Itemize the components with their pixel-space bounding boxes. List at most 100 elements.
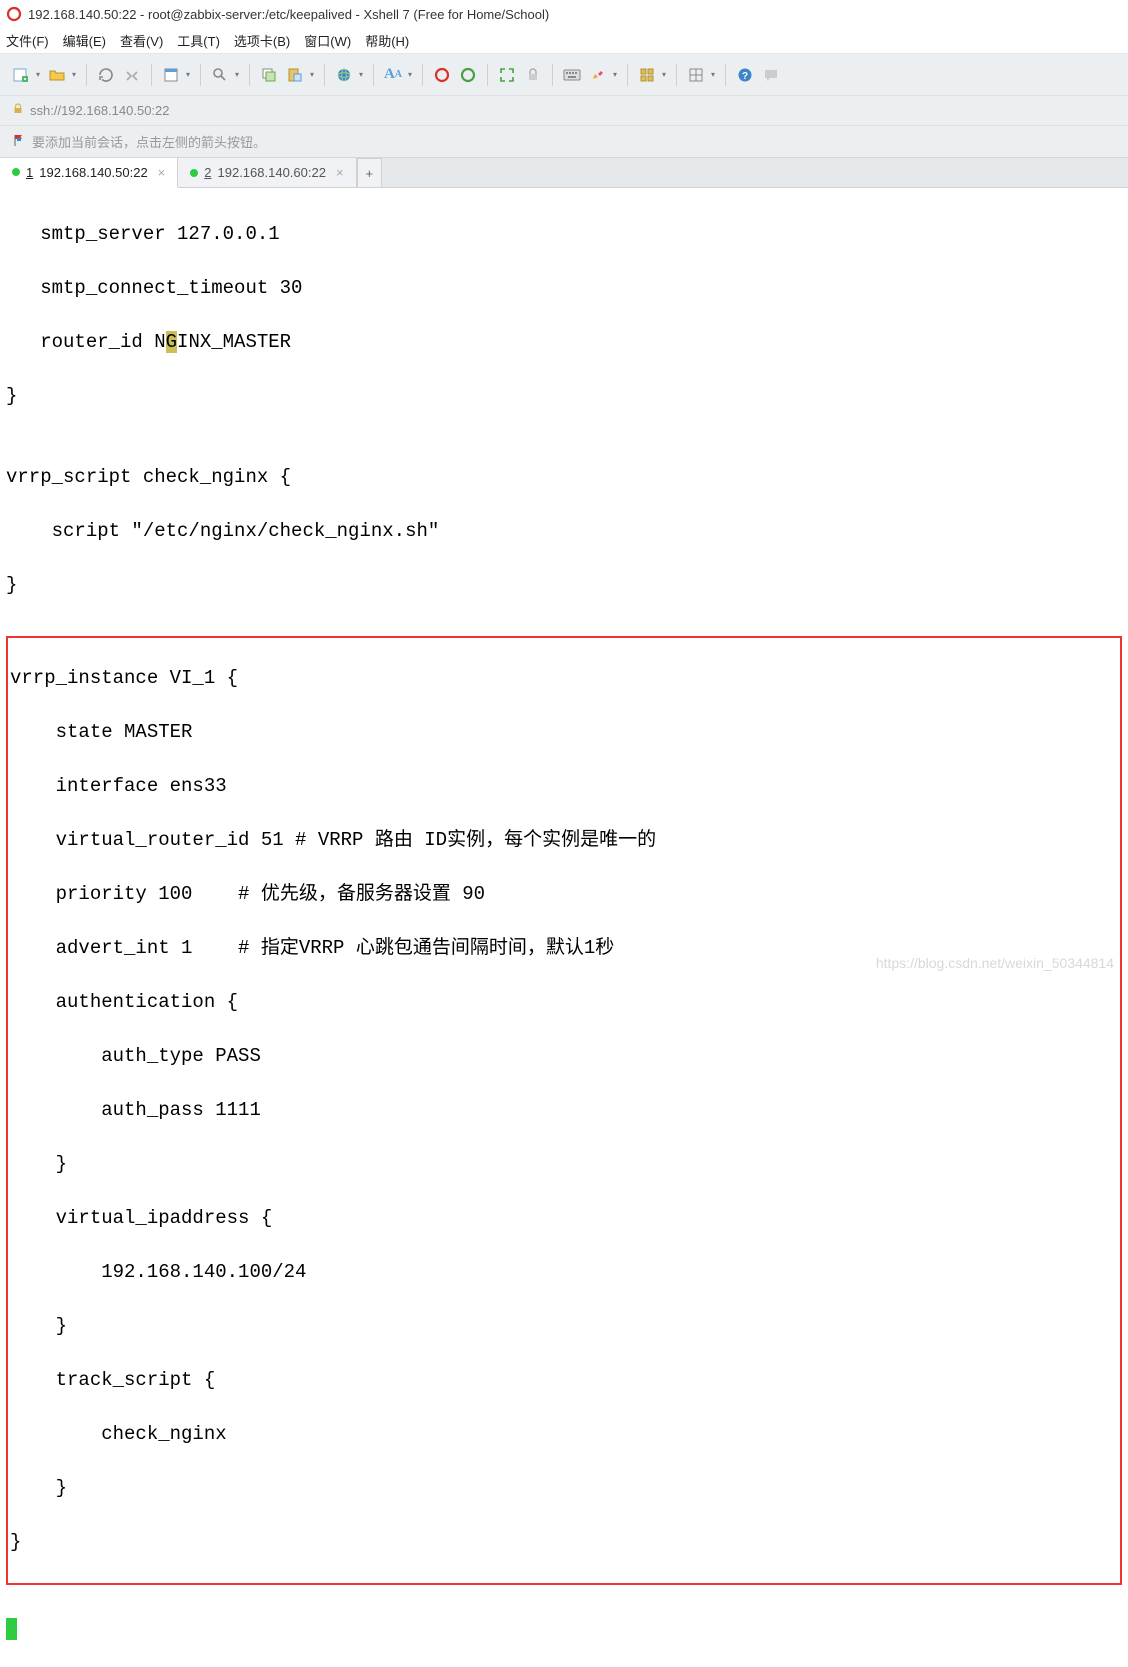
- address-bar[interactable]: ssh://192.168.140.50:22: [0, 96, 1128, 126]
- lock-indicator-icon: [12, 103, 24, 118]
- terminal-line: }: [10, 1529, 1118, 1556]
- toolbar-separator: [249, 64, 250, 86]
- terminal-line: }: [10, 1313, 1118, 1340]
- help-icon[interactable]: ?: [734, 64, 756, 86]
- terminal-line: }: [10, 1151, 1118, 1178]
- hint-text: 要添加当前会话，点击左侧的箭头按钮。: [32, 132, 266, 151]
- menu-file[interactable]: 文件(F): [6, 31, 49, 50]
- toolbar-separator: [725, 64, 726, 86]
- new-session-icon[interactable]: [10, 64, 32, 86]
- grid-icon[interactable]: [685, 64, 707, 86]
- menu-window[interactable]: 窗口(W): [304, 31, 351, 50]
- title-bar: 192.168.140.50:22 - root@zabbix-server:/…: [0, 0, 1128, 28]
- paste-icon[interactable]: [284, 64, 306, 86]
- terminal-line: interface ens33: [10, 773, 1118, 800]
- terminal-line: check_nginx: [10, 1421, 1118, 1448]
- reconnect-icon[interactable]: [95, 64, 117, 86]
- copy-icon[interactable]: [258, 64, 280, 86]
- lock-icon[interactable]: [522, 64, 544, 86]
- open-session-dropdown[interactable]: ▾: [70, 64, 78, 86]
- terminal-line: }: [6, 572, 1122, 599]
- tile-dropdown[interactable]: ▾: [660, 64, 668, 86]
- menu-edit[interactable]: 编辑(E): [63, 31, 106, 50]
- highlighted-config-block: vrrp_instance VI_1 { state MASTER interf…: [6, 636, 1122, 1585]
- tab-session-2[interactable]: 2 192.168.140.60:22 ×: [178, 158, 356, 187]
- add-tab-button[interactable]: +: [357, 158, 383, 187]
- toolbar-separator: [422, 64, 423, 86]
- highlight-icon[interactable]: [587, 64, 609, 86]
- menu-help[interactable]: 帮助(H): [365, 31, 409, 50]
- web-icon[interactable]: [333, 64, 355, 86]
- find-dropdown[interactable]: ▾: [233, 64, 241, 86]
- fullscreen-icon[interactable]: [496, 64, 518, 86]
- grid-dropdown[interactable]: ▾: [709, 64, 717, 86]
- terminal-pane[interactable]: smtp_server 127.0.0.1 smtp_connect_timeo…: [0, 188, 1128, 1667]
- terminal-line: vrrp_instance VI_1 {: [10, 665, 1118, 692]
- status-dot-icon: [12, 168, 20, 176]
- keyboard-icon[interactable]: [561, 64, 583, 86]
- find-icon[interactable]: [209, 64, 231, 86]
- svg-text:?: ?: [742, 71, 748, 82]
- xshell-app-icon: [6, 6, 22, 22]
- terminal-line: auth_type PASS: [10, 1043, 1118, 1070]
- tab-bar: 1 192.168.140.50:22 × 2 192.168.140.60:2…: [0, 158, 1128, 188]
- watermark-text: https://blog.csdn.net/weixin_50344814: [876, 955, 1114, 971]
- terminal-line: state MASTER: [10, 719, 1118, 746]
- properties-dropdown[interactable]: ▾: [184, 64, 192, 86]
- flag-icon: [12, 133, 26, 150]
- xftp-icon[interactable]: [457, 64, 479, 86]
- toolbar-separator: [324, 64, 325, 86]
- terminal-line: smtp_connect_timeout 30: [6, 275, 1122, 302]
- hint-bar: 要添加当前会话，点击左侧的箭头按钮。: [0, 126, 1128, 158]
- toolbar-separator: [86, 64, 87, 86]
- terminal-line: smtp_server 127.0.0.1: [6, 221, 1122, 248]
- close-icon[interactable]: ×: [336, 165, 344, 180]
- paste-dropdown[interactable]: ▾: [308, 64, 316, 86]
- cursor-highlight: G: [166, 331, 177, 353]
- terminal-line: 192.168.140.100/24: [10, 1259, 1118, 1286]
- tab-label: 192.168.140.50:22: [39, 165, 147, 180]
- new-session-dropdown[interactable]: ▾: [34, 64, 42, 86]
- terminal-line: auth_pass 1111: [10, 1097, 1118, 1124]
- tab-session-1[interactable]: 1 192.168.140.50:22 ×: [0, 158, 178, 188]
- terminal-line: priority 100 # 优先级，备服务器设置 90: [10, 881, 1118, 908]
- toolbar-separator: [552, 64, 553, 86]
- properties-icon[interactable]: [160, 64, 182, 86]
- terminal-line: script "/etc/nginx/check_nginx.sh": [6, 518, 1122, 545]
- status-dot-icon: [190, 169, 198, 177]
- terminal-line: virtual_ipaddress {: [10, 1205, 1118, 1232]
- toolbar-separator: [676, 64, 677, 86]
- font-icon[interactable]: AA: [382, 64, 404, 86]
- terminal-line: authentication {: [10, 989, 1118, 1016]
- tab-number: 1: [26, 165, 33, 180]
- highlight-dropdown[interactable]: ▾: [611, 64, 619, 86]
- open-session-icon[interactable]: [46, 64, 68, 86]
- terminal-line: }: [10, 1475, 1118, 1502]
- toolbar-separator: [200, 64, 201, 86]
- tile-icon[interactable]: [636, 64, 658, 86]
- terminal-line: vrrp_script check_nginx {: [6, 464, 1122, 491]
- menu-tabs[interactable]: 选项卡(B): [234, 31, 290, 50]
- xshell-icon[interactable]: [431, 64, 453, 86]
- window-title: 192.168.140.50:22 - root@zabbix-server:/…: [28, 7, 549, 22]
- disconnect-icon[interactable]: [121, 64, 143, 86]
- terminal-line: router_id NGINX_MASTER: [6, 329, 1122, 356]
- chat-icon[interactable]: [760, 64, 782, 86]
- web-dropdown[interactable]: ▾: [357, 64, 365, 86]
- tab-label: 192.168.140.60:22: [218, 165, 326, 180]
- toolbar: ▾ ▾ ▾ ▾ ▾ ▾ AA ▾ ▾ ▾ ▾ ?: [0, 54, 1128, 96]
- terminal-line: virtual_router_id 51 # VRRP 路由 ID实例，每个实例…: [10, 827, 1118, 854]
- address-text: ssh://192.168.140.50:22: [30, 103, 170, 118]
- toolbar-separator: [151, 64, 152, 86]
- menu-tools[interactable]: 工具(T): [177, 31, 220, 50]
- toolbar-separator: [487, 64, 488, 86]
- close-icon[interactable]: ×: [158, 165, 166, 180]
- toolbar-separator: [627, 64, 628, 86]
- terminal-cursor: [6, 1618, 17, 1640]
- toolbar-separator: [373, 64, 374, 86]
- tab-number: 2: [204, 165, 211, 180]
- menu-bar: 文件(F) 编辑(E) 查看(V) 工具(T) 选项卡(B) 窗口(W) 帮助(…: [0, 28, 1128, 54]
- menu-view[interactable]: 查看(V): [120, 31, 163, 50]
- terminal-line: }: [6, 383, 1122, 410]
- font-dropdown[interactable]: ▾: [406, 64, 414, 86]
